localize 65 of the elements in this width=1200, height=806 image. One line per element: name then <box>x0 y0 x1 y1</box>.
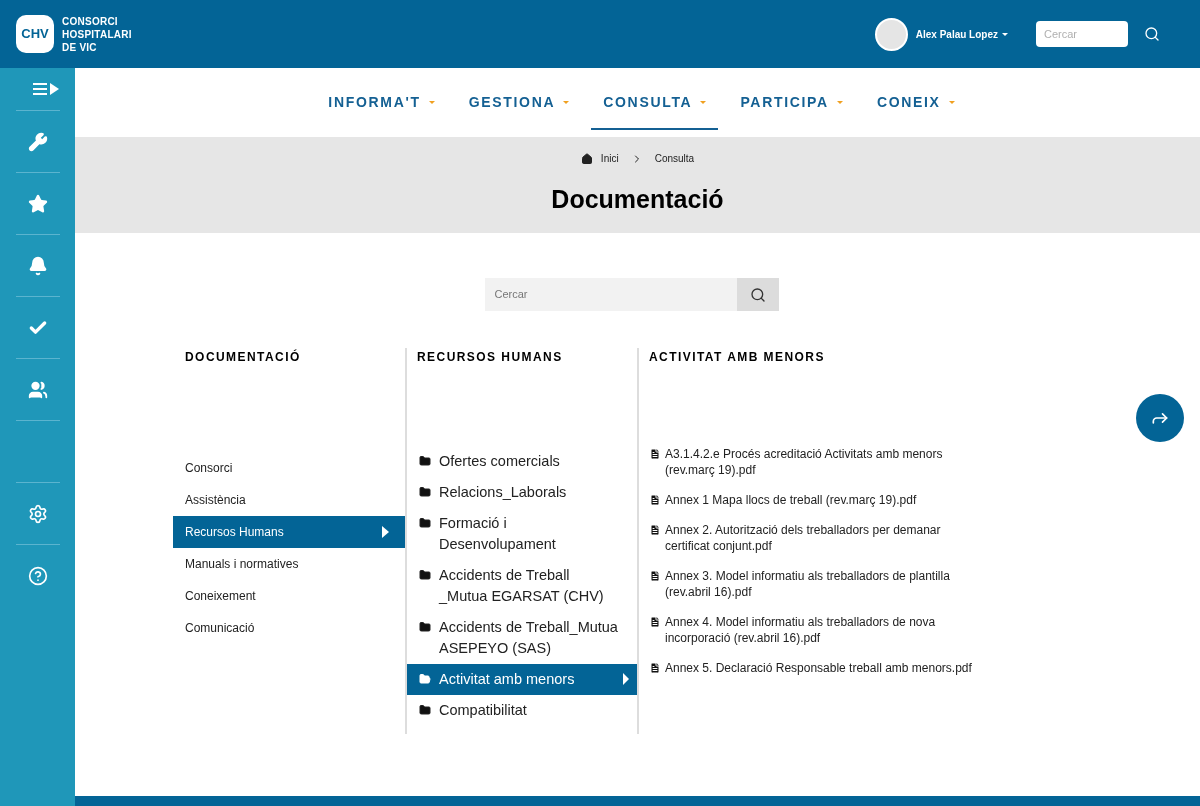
logo-mark: CHV <box>16 15 54 53</box>
category-item[interactable]: Recursos Humans <box>173 516 405 548</box>
file-icon <box>649 570 661 582</box>
category-item[interactable]: Coneixement <box>173 580 405 612</box>
caret-icon <box>382 526 389 538</box>
avatar[interactable] <box>874 17 908 51</box>
settings-icon[interactable] <box>27 503 48 524</box>
folder-item[interactable]: Relacions_Laborals <box>407 477 637 508</box>
file-icon <box>649 524 661 536</box>
folder-icon <box>419 704 431 716</box>
logo-text: HOSPITALARI <box>62 27 132 41</box>
nav-tab[interactable]: INFORMA'T <box>316 76 447 129</box>
category-item[interactable]: Manuals i normatives <box>173 548 405 580</box>
folder-icon <box>419 621 431 633</box>
users-icon[interactable] <box>27 379 48 400</box>
logo-text: DE VIC <box>62 40 98 54</box>
breadcrumb-link[interactable]: Inici <box>600 151 619 166</box>
logo-text: CONSORCI <box>62 14 119 28</box>
file-link[interactable]: Annex 2. Autorització dels treballadors per demanar certificat conjunt.pdf <box>649 522 997 554</box>
bell-icon[interactable] <box>27 255 48 276</box>
file-link[interactable]: Annex 5. Declaració Responsable treball amb menors.pdf <box>649 660 997 676</box>
category-item[interactable]: Consorci <box>173 452 405 484</box>
column-heading: RECURSOS HUMANS <box>416 349 564 366</box>
file-link[interactable]: A3.1.4.2.e Procés acreditació Activitats amb menors (rev.març 19).pdf <box>649 446 997 478</box>
category-item[interactable]: Assistència <box>173 484 405 516</box>
folder-icon <box>419 673 431 685</box>
nav-tab[interactable]: PARTICIPA <box>728 76 855 129</box>
wrench-icon[interactable] <box>27 131 48 152</box>
folder-icon <box>419 486 431 498</box>
home-icon <box>580 152 593 165</box>
nav-tab[interactable]: CONSULTA <box>591 77 719 130</box>
file-icon <box>649 494 661 506</box>
folder-icon <box>419 517 431 529</box>
caret-icon <box>623 673 629 685</box>
file-link[interactable]: Annex 1 Mapa llocs de treball (rev.març 19).pdf <box>649 492 997 508</box>
folder-icon <box>419 569 431 581</box>
file-icon <box>649 616 661 628</box>
search-icon <box>749 286 766 303</box>
folder-item[interactable]: Formació i Desenvolupament <box>407 508 637 560</box>
menu-icon[interactable] <box>33 82 59 96</box>
file-link[interactable]: Annex 4. Model informatiu als treballadors de nova incorporació (rev.abril 16).pdf <box>649 614 997 646</box>
search-icon[interactable] <box>1144 26 1160 42</box>
user-menu[interactable]: Alex Palau Lopez <box>915 26 1008 42</box>
column-heading: DOCUMENTACIÓ <box>184 348 302 366</box>
search-field[interactable]: Cercar <box>484 278 737 311</box>
share-button[interactable] <box>1136 394 1184 442</box>
folder-item[interactable]: Ofertes comercials <box>407 446 637 477</box>
search-field[interactable]: Cercar <box>1036 21 1128 47</box>
nav-tab[interactable]: CONEIX <box>864 76 967 129</box>
breadcrumb-current: Consulta <box>654 152 695 166</box>
folder-item[interactable]: Accidents de Treball_Mutua ASEPEYO (SAS) <box>407 612 637 664</box>
folder-item[interactable]: Activitat amb menors <box>407 664 637 695</box>
category-item[interactable]: Comunicació <box>173 612 405 644</box>
file-icon <box>649 448 661 460</box>
help-icon[interactable] <box>27 565 48 586</box>
search-button[interactable] <box>736 278 779 311</box>
column-heading: ACTIVITAT AMB MENORS <box>648 349 826 366</box>
nav-tab[interactable]: GESTIONA <box>456 76 582 129</box>
file-icon <box>649 662 661 674</box>
file-link[interactable]: Annex 3. Model informatiu als treballadors de plantilla (rev.abril 16).pdf <box>649 568 997 600</box>
folder-icon <box>419 455 431 467</box>
folder-item[interactable]: Compatibilitat <box>407 695 637 726</box>
page-title: Documentació <box>551 184 724 215</box>
star-icon[interactable] <box>27 193 48 214</box>
folder-item[interactable]: Accidents de Treball _Mutua EGARSAT (CHV) <box>407 560 637 612</box>
